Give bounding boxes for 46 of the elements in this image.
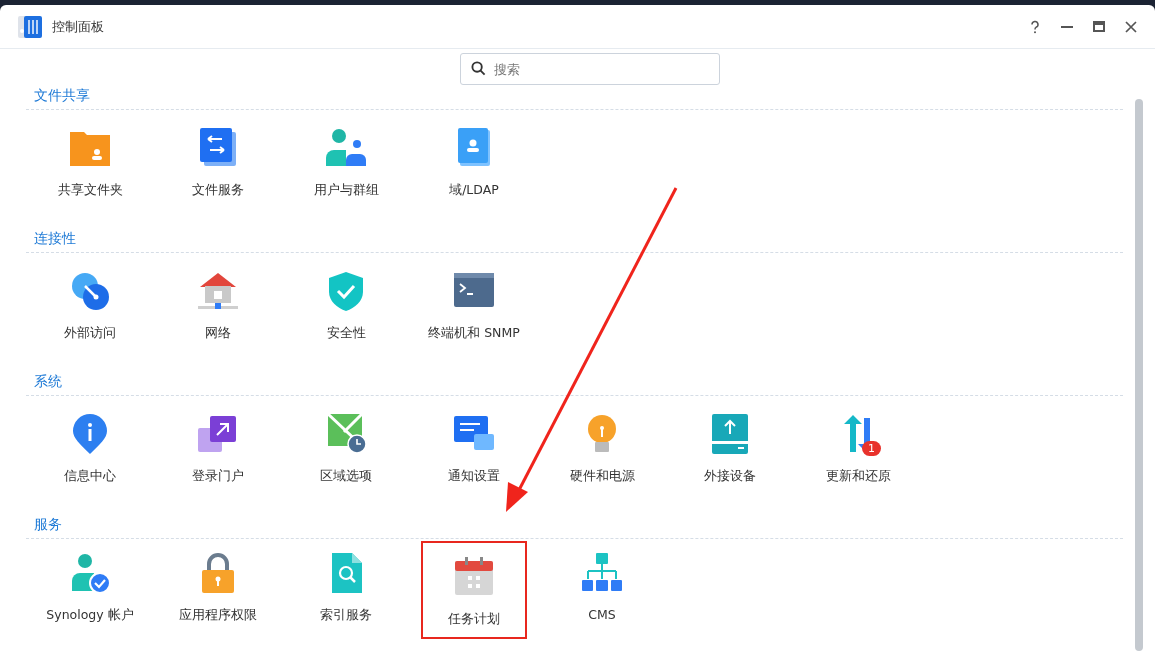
app-item[interactable]: 共享文件夹 bbox=[26, 128, 154, 228]
minimize-icon[interactable] bbox=[1061, 25, 1073, 28]
app-item[interactable]: 安全性 bbox=[282, 271, 410, 371]
app-item[interactable]: 应用程序权限 bbox=[154, 553, 282, 653]
drive-upload-icon bbox=[710, 414, 750, 454]
map-clock-icon bbox=[326, 414, 366, 454]
section-title: 系统 bbox=[33, 372, 63, 391]
file-transfer-icon bbox=[198, 128, 238, 168]
scrollbar-thumb[interactable] bbox=[1135, 99, 1143, 651]
app-item[interactable]: CMS bbox=[538, 553, 666, 653]
calendar-icon bbox=[454, 557, 494, 597]
search-field[interactable]: 搜索 bbox=[459, 53, 720, 85]
section-title: 服务 bbox=[33, 515, 63, 534]
app-item[interactable]: 信息中心 bbox=[26, 414, 154, 514]
app-item[interactable]: 硬件和电源 bbox=[538, 414, 666, 514]
app-item[interactable]: 用户与群组 bbox=[282, 128, 410, 228]
user-check-icon bbox=[70, 553, 110, 593]
info-pin-icon bbox=[70, 414, 110, 454]
close-icon[interactable] bbox=[1125, 20, 1137, 33]
globe-gauge-icon bbox=[70, 271, 110, 311]
app-item[interactable]: 终端机和 SNMP bbox=[410, 271, 538, 371]
shield-check-icon bbox=[326, 271, 366, 311]
window-title: 控制面板 bbox=[52, 17, 104, 36]
app-item[interactable]: 网络 bbox=[154, 271, 282, 371]
notification-badge: 1 bbox=[862, 441, 881, 456]
highlighted-app-item[interactable]: 任务计划 bbox=[423, 543, 525, 637]
section-title: 文件共享 bbox=[33, 86, 91, 105]
app-item[interactable]: 区域选项 bbox=[282, 414, 410, 514]
app-item[interactable]: 登录门户 bbox=[154, 414, 282, 514]
app-item[interactable]: 外部访问 bbox=[26, 271, 154, 371]
app-item[interactable]: 1 更新和还原 bbox=[794, 414, 922, 514]
portal-arrow-icon bbox=[198, 414, 238, 454]
hierarchy-icon bbox=[582, 553, 622, 593]
app-item[interactable]: 外接设备 bbox=[666, 414, 794, 514]
users-icon bbox=[326, 128, 366, 168]
sliders-icon bbox=[18, 14, 42, 39]
app-item[interactable]: 索引服务 bbox=[282, 553, 410, 653]
search-icon bbox=[470, 61, 486, 76]
maximize-icon[interactable] bbox=[1093, 21, 1105, 32]
app-item[interactable]: Synology 帐户 bbox=[26, 553, 154, 653]
house-network-icon bbox=[198, 271, 238, 311]
app-item[interactable]: 域/LDAP bbox=[410, 128, 538, 228]
app-item[interactable]: 通知设置 bbox=[410, 414, 538, 514]
app-item[interactable]: 文件服务 bbox=[154, 128, 282, 228]
help-icon[interactable] bbox=[1029, 19, 1041, 34]
section-title: 连接性 bbox=[33, 229, 77, 248]
